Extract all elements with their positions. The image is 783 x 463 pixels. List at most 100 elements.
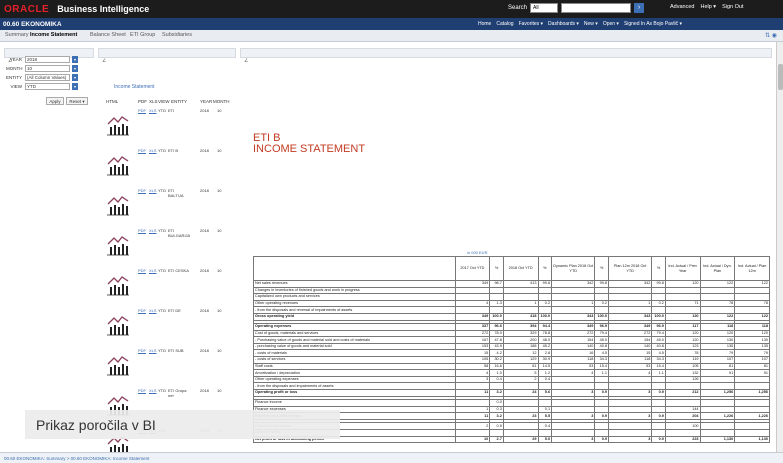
table-cell <box>454 286 491 295</box>
view-select[interactable]: YTD <box>25 83 70 90</box>
table-cell <box>551 399 596 407</box>
tab-income-statement[interactable]: Income Statement <box>30 32 77 38</box>
list-section-header[interactable]: ∠ <box>98 48 236 64</box>
table-cell: 96.9 <box>651 323 666 331</box>
table-cell: 117 <box>664 323 701 331</box>
pdf-link[interactable]: PDF <box>138 108 146 113</box>
year-select[interactable]: 2018 <box>25 56 70 63</box>
favorites-menu[interactable]: Favorites ▾ <box>519 21 543 27</box>
table-cell: 45.0 <box>594 336 609 344</box>
table-cell <box>454 293 491 301</box>
apply-button[interactable]: Apply <box>46 97 64 105</box>
oracle-logo: ORACLE <box>4 3 50 15</box>
xls-link[interactable]: XLS <box>149 148 157 153</box>
pdf-link[interactable]: PDF <box>138 388 146 393</box>
table-cell: 100.0 <box>489 312 504 321</box>
xls-link[interactable]: XLS <box>149 228 157 233</box>
search-scope-select[interactable]: All <box>530 3 559 13</box>
pdf-link[interactable]: PDF <box>138 228 146 233</box>
month-select[interactable]: 10 <box>25 65 70 72</box>
xls-link[interactable]: XLS <box>149 188 157 193</box>
catalog-link[interactable]: Catalog <box>496 21 513 27</box>
breadcrumb-text[interactable]: 00.60 EKONOMIKA: Summary > 00.60 EKONOMI… <box>4 456 149 461</box>
chart-thumbnail-icon[interactable] <box>106 312 130 336</box>
table-cell <box>502 405 539 414</box>
scroll-thumb[interactable] <box>778 64 783 90</box>
table-cell: 100.0 <box>537 312 553 321</box>
table-row: - from the disposals and reversal of imp… <box>253 306 770 314</box>
new-menu[interactable]: New ▾ <box>584 21 598 27</box>
xls-link[interactable]: XLS <box>149 388 157 393</box>
table-cell: 94.4 <box>537 323 553 331</box>
table-cell: 1.3 <box>489 299 504 308</box>
table-cell: 4 <box>454 299 491 308</box>
xls-link[interactable]: XLS <box>149 108 157 113</box>
vertical-scrollbar[interactable] <box>776 42 783 452</box>
pdf-link[interactable]: PDF <box>138 348 146 353</box>
breadcrumb: 00.60 EKONOMIKA: Summary > 00.60 EKONOMI… <box>0 452 783 463</box>
entity-cell: ETI <box>168 108 175 113</box>
chart-thumbnail-icon[interactable] <box>106 352 130 376</box>
tab-eti-group[interactable]: ETI Group <box>130 32 155 38</box>
list-title[interactable]: Income Statement <box>114 84 155 90</box>
table-cell <box>651 422 666 430</box>
tab-subsidiaries[interactable]: Subsidiaries <box>162 32 192 38</box>
pdf-link[interactable]: PDF <box>138 188 146 193</box>
pdf-link[interactable]: PDF <box>138 148 146 153</box>
open-menu[interactable]: Open ▾ <box>603 21 619 27</box>
chevron-down-icon[interactable]: ▾ <box>72 65 78 72</box>
sign-out-link[interactable]: Sign Out <box>722 4 743 10</box>
entity-select[interactable]: (All Column Values) <box>25 74 70 81</box>
advanced-link[interactable]: Advanced <box>670 4 694 10</box>
page-options-icon[interactable]: ⇅ ◉ <box>765 32 777 39</box>
search-input[interactable] <box>561 3 632 13</box>
table-cell: 2.8 <box>537 349 553 358</box>
table-cell: 43.9 <box>489 342 504 351</box>
table-cell: 45.0 <box>651 336 666 344</box>
chevron-down-icon[interactable]: ▾ <box>72 74 78 81</box>
chevron-down-icon[interactable]: ▾ <box>72 83 78 90</box>
table-cell: 4 <box>607 369 653 377</box>
signed-in-menu[interactable]: Signed In As Bojo Pavlič ▾ <box>624 21 682 27</box>
dashboards-menu[interactable]: Dashboards ▾ <box>548 21 579 27</box>
table-cell: 188 <box>502 342 539 351</box>
tab-balance-sheet[interactable]: Balance Sheet <box>90 32 126 38</box>
chevron-down-icon[interactable]: ▾ <box>72 56 78 63</box>
year-cell: 2018 <box>200 148 209 153</box>
pdf-link[interactable]: PDF <box>138 308 146 313</box>
table-cell: 153 <box>454 342 491 351</box>
chart-thumbnail-icon[interactable] <box>106 152 130 176</box>
search-label: Search <box>508 5 528 11</box>
table-cell <box>699 293 736 301</box>
table-cell: 61 <box>502 362 539 371</box>
report-section-header[interactable]: ∠ <box>240 48 772 64</box>
year-cell: 2018 <box>200 188 209 193</box>
table-cell: 0.1 <box>537 405 553 414</box>
help-menu[interactable]: Help ▾ <box>700 4 716 10</box>
chart-thumbnail-icon[interactable] <box>106 232 130 256</box>
table-cell: 40.8 <box>651 342 666 351</box>
table-cell: 91 <box>699 369 736 377</box>
row-label: - Purchasing value of goods and material… <box>253 336 456 344</box>
collapse-icon[interactable]: ∠ <box>244 58 248 64</box>
dashboard-content: ∠ ∠ ∠ YEAR 2018 ▾ MONTH 10 ▾ ENTITY (All… <box>0 42 776 456</box>
search-go-icon[interactable]: › <box>634 3 645 13</box>
chart-thumbnail-icon[interactable] <box>106 192 130 216</box>
chart-thumbnail-icon[interactable] <box>106 112 130 136</box>
xls-link[interactable]: XLS <box>149 268 157 273</box>
home-link[interactable]: Home <box>478 21 491 27</box>
collapse-icon[interactable]: ∠ <box>102 58 106 64</box>
table-cell <box>734 293 770 301</box>
xls-link[interactable]: XLS <box>149 348 157 353</box>
entity-cell: ETI CESKA <box>168 268 189 273</box>
table-cell <box>664 428 701 437</box>
table-cell: 1,130 <box>699 435 736 444</box>
pdf-link[interactable]: PDF <box>138 268 146 273</box>
xls-link[interactable]: XLS <box>149 308 157 313</box>
reset-button[interactable]: Reset ▾ <box>66 97 88 105</box>
table-cell: 1,256 <box>734 389 770 397</box>
chart-thumbnail-icon[interactable] <box>106 272 130 296</box>
table-cell <box>651 306 666 314</box>
tab-summary[interactable]: Summary <box>5 32 29 38</box>
page-tabs: Summary Income Statement Balance Sheet E… <box>0 30 783 42</box>
